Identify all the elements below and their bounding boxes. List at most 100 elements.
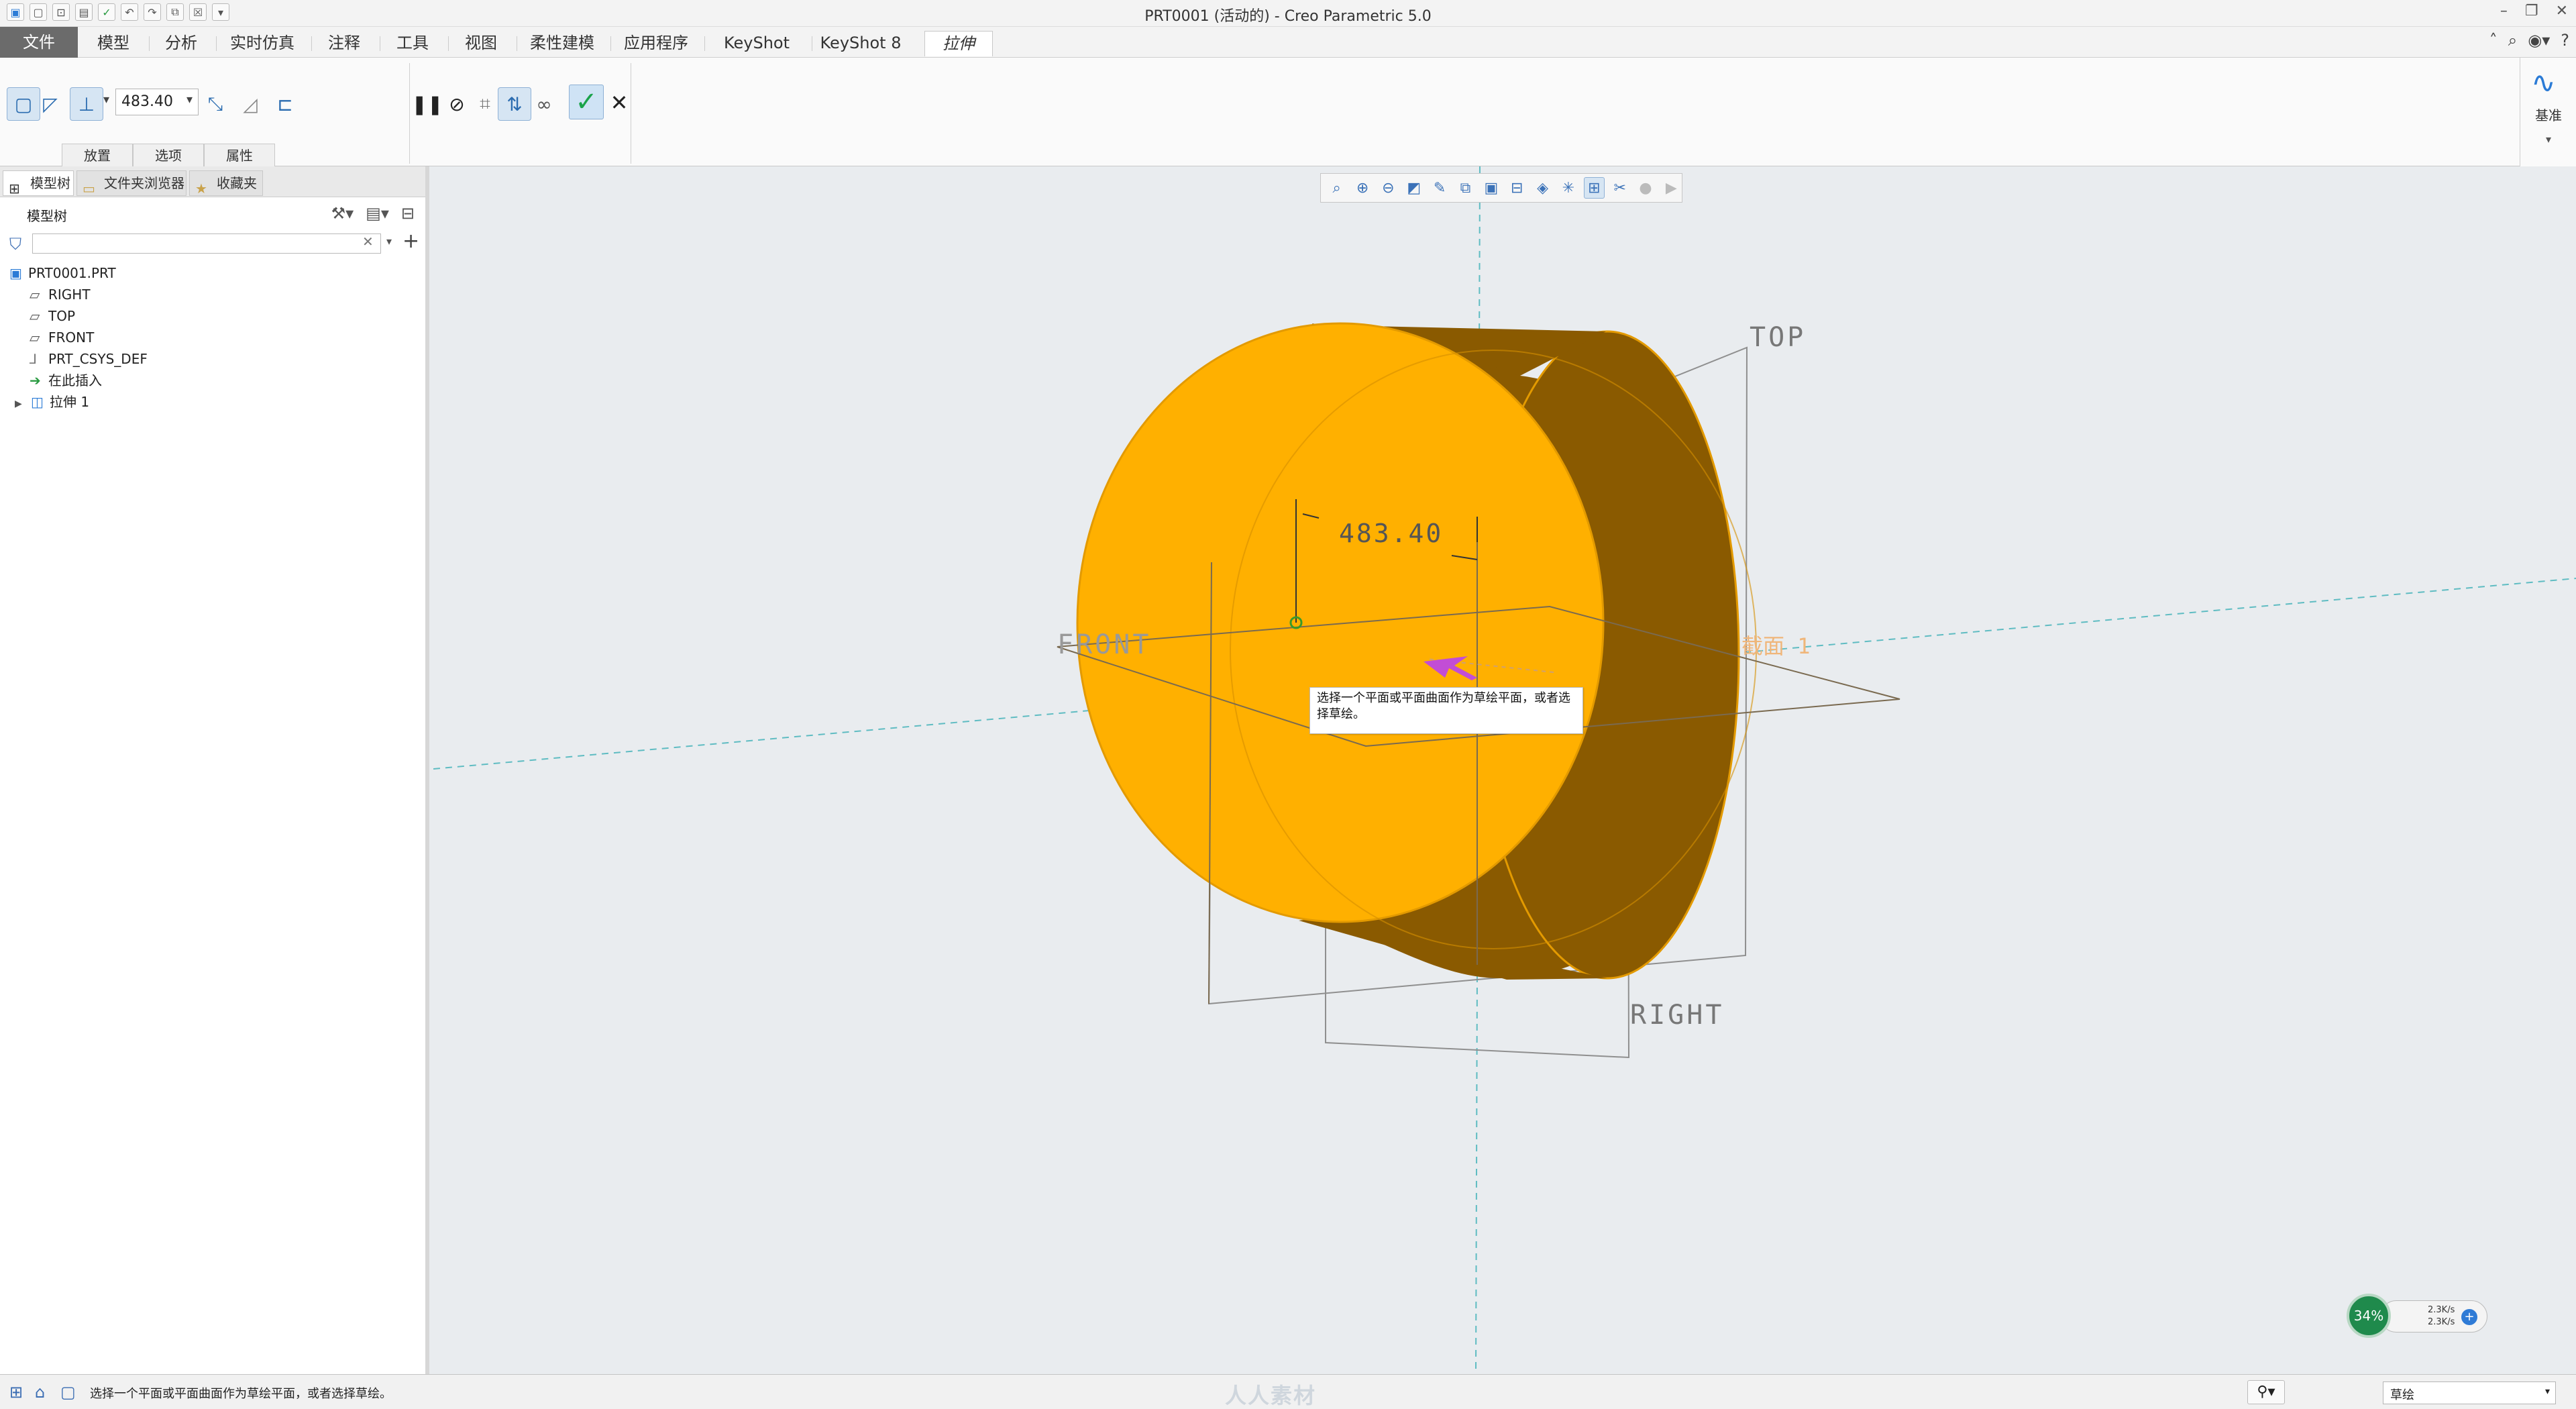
tree-columns-icon[interactable]: ⊟	[401, 204, 415, 223]
sketch-section-label: 截面 1	[1741, 633, 1811, 659]
tab-folder-browser[interactable]: ▭ 文件夹浏览器	[76, 170, 186, 197]
chevron-down-icon: ▾	[2544, 1386, 2550, 1397]
verify-mode-icon[interactable]: ⇅	[498, 87, 531, 121]
preview-icon[interactable]: ⌗	[468, 87, 502, 121]
tree-show-icon[interactable]: ▤▾	[366, 204, 389, 223]
datum-display-filters-icon[interactable]: ✳	[1558, 177, 1578, 199]
collapse-ribbon-icon[interactable]: ˄	[2489, 31, 2498, 50]
refit-icon[interactable]: ⌕	[1326, 177, 1347, 199]
full-screen-icon[interactable]: ▢	[60, 1383, 76, 1402]
perspective-icon[interactable]: ◈	[1532, 177, 1553, 199]
tab-simulation[interactable]: 实时仿真	[220, 31, 305, 56]
tree-node-top[interactable]: ▱ TOP	[30, 306, 75, 326]
network-widget[interactable]: 2.3K/s 2.3K/s + 34%	[2347, 1294, 2489, 1338]
subtab-placement[interactable]: 放置	[62, 144, 133, 166]
tab-analysis[interactable]: 分析	[153, 31, 209, 56]
csys-icon: ⅃	[30, 351, 38, 367]
view-manager-icon[interactable]: ⊟	[1507, 177, 1527, 199]
thicken-sketch-icon[interactable]: ⊏	[268, 87, 302, 121]
tab-folder-browser-label: 文件夹浏览器	[104, 175, 184, 191]
tab-extrude[interactable]: 拉伸	[924, 31, 993, 56]
zoom-in-icon[interactable]: ⊕	[1352, 177, 1373, 199]
datum-icon: ∿	[2531, 66, 2556, 100]
surface-icon[interactable]: ◸	[34, 87, 67, 121]
tab-tools[interactable]: 工具	[384, 31, 441, 56]
cylinder-front-face	[1076, 322, 1605, 923]
tab-model-tree[interactable]: ⊞ 模型树	[3, 170, 74, 197]
annotation-display-icon[interactable]: ⊞	[1583, 177, 1605, 199]
tree-node-right[interactable]: ▱ RIGHT	[30, 284, 91, 305]
expand-icon[interactable]: ▶	[15, 394, 27, 414]
toggle-navigator-icon[interactable]: ⊞	[9, 1383, 23, 1402]
filter-dropdown-icon[interactable]: ▾	[386, 235, 392, 248]
tab-view[interactable]: 视图	[452, 31, 510, 56]
zoom-out-icon[interactable]: ⊖	[1378, 177, 1399, 199]
tree-node-label: PRT0001.PRT	[28, 265, 116, 281]
community-icon[interactable]: ◉▾	[2528, 31, 2550, 50]
window-controls: – ❐ ✕	[2500, 3, 2568, 19]
tree-node-front[interactable]: ▱ FRONT	[30, 327, 94, 348]
creo-window: ▣ ▢ ⊡ ▤ ✓ ↶ ↷ ⧉ ☒ ▾ PRT0001 (活动的) - Creo…	[0, 0, 2576, 1409]
tab-favorites[interactable]: ★ 收藏夹	[189, 170, 263, 197]
tab-annotate[interactable]: 注释	[315, 31, 373, 56]
check-icon: ✓	[575, 87, 598, 117]
tree-settings-icon[interactable]: ⚒▾	[331, 204, 354, 223]
restore-icon[interactable]: ❐	[2525, 3, 2538, 19]
insert-here-icon: ➔	[30, 372, 41, 388]
glasses-icon[interactable]: ∞	[527, 87, 561, 121]
dimension-text[interactable]: 483.40	[1339, 519, 1443, 548]
tree-filter-row: ⛉ ✕ ▾ +	[0, 229, 425, 259]
saved-orientations-icon[interactable]: ⧉	[1455, 177, 1476, 199]
tab-model-tree-label: 模型树	[30, 175, 70, 191]
tab-applications[interactable]: 应用程序	[614, 31, 698, 56]
selection-filter[interactable]: 草绘 ▾	[2383, 1381, 2556, 1404]
toggle-browser-icon[interactable]: ⌂	[35, 1383, 45, 1402]
remove-material-icon[interactable]: ◿	[233, 87, 267, 121]
tree-node-insert-here[interactable]: ➔ 在此插入	[30, 370, 102, 390]
tree-node-part[interactable]: ▣ PRT0001.PRT	[9, 263, 116, 283]
minimize-icon[interactable]: –	[2500, 3, 2508, 19]
smart-select-icon[interactable]: ⚲▾	[2247, 1380, 2285, 1404]
extrude-dashboard: ▢ ◸ ⊥ ▾ 483.40 ▾ ⤡ ◿ ⊏ ❚❚ ⊘ ⌗ ⇅ ∞ ✓ ✕ 放置…	[0, 58, 2576, 166]
pause-icon[interactable]: ▶	[1661, 177, 1682, 199]
tab-keyshot-8[interactable]: KeyShot 8	[816, 31, 906, 56]
depth-value-dropdown-icon[interactable]: ▾	[186, 93, 193, 107]
help-icon[interactable]: ?	[2561, 31, 2569, 50]
memory-percent: 34%	[2347, 1294, 2391, 1338]
close-icon: ✕	[610, 90, 629, 115]
search-icon[interactable]: ⌕	[2508, 31, 2517, 50]
subtab-properties[interactable]: 属性	[204, 144, 275, 166]
selection-filter-value: 草绘	[2390, 1388, 2414, 1402]
tree-node-label: 在此插入	[48, 372, 102, 388]
clear-filter-icon[interactable]: ✕	[362, 233, 374, 250]
close-icon[interactable]: ✕	[2556, 3, 2568, 19]
datum-dropdown-icon[interactable]: ▾	[2520, 133, 2576, 146]
depth-option-icon[interactable]: ⊥	[70, 87, 103, 121]
subtab-options[interactable]: 选项	[133, 144, 204, 166]
download-rate: 2.3K/s	[2428, 1317, 2455, 1327]
display-style-icon[interactable]: ▣	[1481, 177, 1501, 199]
reorient-icon[interactable]: ✎	[1429, 177, 1450, 199]
view-toolbar: ⌕ ⊕ ⊖ ◩ ✎ ⧉ ▣ ⊟ ◈ ✳ ⊞ ✂ ● ▶	[1320, 173, 1682, 203]
tree-node-extrude[interactable]: ▶ ◫ 拉伸 1	[15, 392, 89, 412]
tab-file[interactable]: 文件	[0, 27, 78, 58]
filter-icon[interactable]: ⛉	[9, 235, 21, 254]
graphics-area[interactable]: 483.40 TOP FRONT RIGHT 截面 1 ⌕ ⊕ ⊖ ◩ ✎ ⧉ …	[433, 166, 2576, 1374]
tree-node-csys[interactable]: ⅃ PRT_CSYS_DEF	[30, 349, 148, 369]
pause-icon[interactable]: ❚❚	[411, 87, 444, 121]
tab-keyshot[interactable]: KeyShot	[708, 31, 805, 56]
repaint-icon[interactable]: ◩	[1403, 177, 1424, 199]
confirm-button[interactable]: ✓	[569, 85, 604, 119]
add-filter-icon[interactable]: +	[402, 229, 419, 253]
flip-direction-icon[interactable]: ⤡	[199, 87, 232, 121]
tab-model[interactable]: 模型	[85, 31, 142, 56]
title-bar: ▣ ▢ ⊡ ▤ ✓ ↶ ↷ ⧉ ☒ ▾ PRT0001 (活动的) - Creo…	[0, 0, 2576, 27]
datum-group[interactable]: ∿ 基准 ▾	[2520, 58, 2576, 166]
depth-option-dropdown-icon[interactable]: ▾	[103, 93, 109, 107]
tree-search-input[interactable]	[32, 233, 381, 254]
tab-flexible-modeling[interactable]: 柔性建模	[521, 31, 604, 56]
spin-center-icon[interactable]: ✂	[1609, 177, 1630, 199]
accelerate-icon[interactable]: +	[2461, 1309, 2477, 1325]
annotation-icon[interactable]: ●	[1635, 177, 1656, 199]
datum-plane-icon: ▱	[30, 308, 40, 324]
